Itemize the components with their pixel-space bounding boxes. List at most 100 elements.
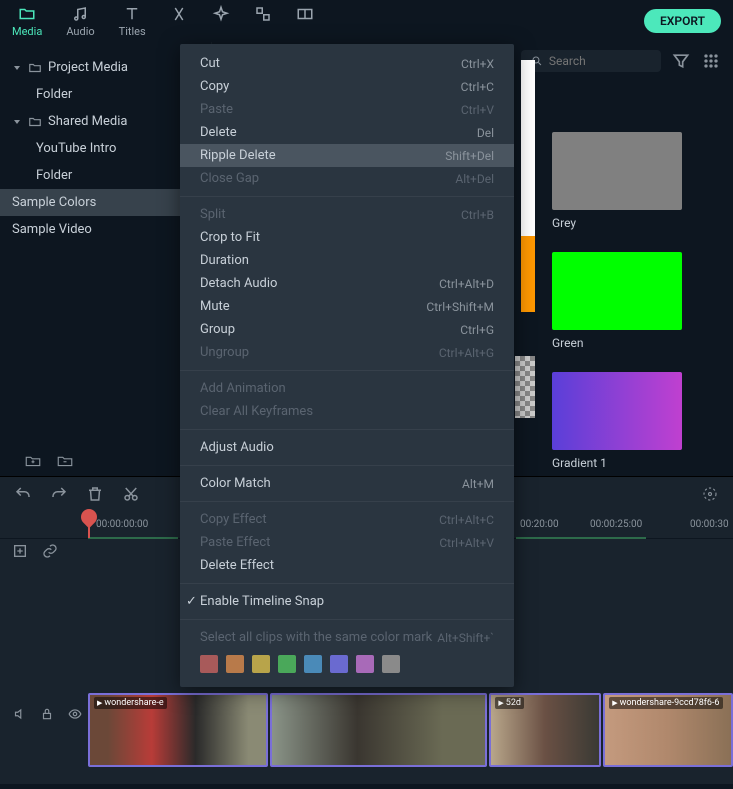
menu-shortcut: Ctrl+V [461, 103, 494, 117]
menu-label: Add Animation [200, 381, 286, 396]
color-mark[interactable] [278, 655, 296, 673]
menu-item[interactable]: ✓Enable Timeline Snap [180, 590, 514, 613]
color-mark[interactable] [356, 655, 374, 673]
tab-transitions[interactable] [170, 5, 188, 38]
menu-item: Copy EffectCtrl+Alt+C [180, 508, 514, 531]
thumbnail[interactable]: Gradient 1 [552, 372, 733, 470]
swatch [552, 372, 682, 450]
menu-item[interactable]: MuteCtrl+Shift+M [180, 295, 514, 318]
menu-item[interactable]: Delete Effect [180, 554, 514, 577]
music-icon [71, 5, 89, 23]
timeline-clip[interactable] [270, 693, 488, 767]
clip-label: wondershare-9ccd78f6-6 [609, 697, 722, 709]
playhead[interactable] [88, 511, 90, 538]
color-mark[interactable] [200, 655, 218, 673]
tab-audio[interactable]: Audio [66, 5, 94, 38]
menu-label: Delete [200, 125, 237, 140]
swatch [552, 252, 682, 330]
tab-effects[interactable] [212, 5, 230, 38]
delete-icon[interactable] [86, 485, 104, 503]
timeline-clip[interactable]: 52d [489, 693, 601, 767]
menu-label: Ripple Delete [200, 148, 276, 163]
swatch [552, 132, 682, 210]
delete-folder-icon[interactable] [56, 452, 74, 470]
menu-item[interactable]: Detach AudioCtrl+Alt+D [180, 272, 514, 295]
timeline-clip[interactable]: wondershare-9ccd78f6-6 [603, 693, 733, 767]
tree-label: Sample Video [12, 222, 92, 237]
clip-label: wondershare-e [94, 697, 167, 709]
marker-icon[interactable] [701, 485, 719, 503]
menu-shortcut: Ctrl+B [461, 208, 494, 222]
timeline-clip[interactable]: wondershare-e [88, 693, 268, 767]
color-mark[interactable] [330, 655, 348, 673]
menu-item: Clear All Keyframes [180, 400, 514, 423]
search-input[interactable] [549, 54, 651, 68]
tree-label: Folder [36, 87, 72, 102]
menu-item[interactable]: Duration [180, 249, 514, 272]
menu-item[interactable]: Adjust Audio [180, 436, 514, 459]
tab-elements[interactable] [254, 5, 272, 38]
tab-label [177, 25, 180, 38]
tab-label: Titles [119, 25, 146, 38]
color-mark[interactable] [304, 655, 322, 673]
menu-item[interactable]: Copy Ctrl+C [180, 75, 514, 98]
tab-label [261, 25, 264, 38]
color-mark[interactable] [382, 655, 400, 673]
undo-icon[interactable] [14, 485, 32, 503]
new-folder-icon[interactable] [24, 452, 42, 470]
menu-item[interactable]: Color MatchAlt+M [180, 472, 514, 495]
menu-label: Cut [200, 56, 220, 71]
menu-shortcut: Ctrl+Alt+V [439, 536, 494, 550]
menu-item[interactable]: CutCtrl+X [180, 52, 514, 75]
mute-icon[interactable] [12, 707, 26, 721]
ruler-time: 00:20:00 [520, 519, 559, 530]
stripe-orange [521, 236, 535, 312]
grid-icon[interactable] [701, 51, 721, 71]
menu-shortcut: Ctrl+C [461, 80, 494, 94]
color-mark[interactable] [226, 655, 244, 673]
lock-icon[interactable] [40, 707, 54, 721]
stripe-transparent [515, 356, 535, 418]
shapes-icon [254, 5, 272, 23]
thumb-label: Green [552, 336, 733, 350]
tab-titles[interactable]: Titles [119, 5, 146, 38]
color-marks [180, 649, 514, 679]
menu-item[interactable]: GroupCtrl+G [180, 318, 514, 341]
menu-shortcut: Ctrl+Alt+G [439, 346, 494, 360]
menu-item[interactable]: Crop to Fit [180, 226, 514, 249]
thumb-label: Gradient 1 [552, 456, 733, 470]
menu-shortcut: Ctrl+Shift+M [426, 300, 494, 314]
export-button[interactable]: EXPORT [644, 9, 721, 33]
thumbnail[interactable]: Green [552, 252, 733, 350]
playhead-time: 00:00:00:00 [96, 519, 148, 530]
tab-split[interactable] [296, 5, 314, 38]
ruler-time: 00:00:30 [690, 519, 729, 530]
menu-label: Copy [200, 79, 229, 94]
folder-icon [28, 115, 42, 129]
menu-item[interactable]: Ripple DeleteShift+Del [180, 144, 514, 167]
tab-media[interactable]: Media [12, 5, 42, 38]
link-icon[interactable] [42, 543, 58, 559]
ruler-time: 00:00:25:00 [590, 519, 642, 530]
search-box[interactable] [521, 50, 661, 72]
menu-item[interactable]: Delete Del [180, 121, 514, 144]
tab-label: Media [12, 25, 42, 38]
thumbnail[interactable]: Grey [552, 132, 733, 230]
folder-icon [18, 5, 36, 23]
menu-shortcut: Del [477, 126, 494, 140]
menu-label: Color Match [200, 476, 271, 491]
menu-label: Close Gap [200, 171, 259, 186]
filter-icon[interactable] [671, 51, 691, 71]
menu-label: Select all clips with the same color mar… [200, 630, 432, 645]
color-mark[interactable] [252, 655, 270, 673]
menu-label: Split [200, 207, 226, 222]
tree-label: Folder [36, 168, 72, 183]
menu-item: Close GapAlt+Del [180, 167, 514, 190]
cut-icon[interactable] [122, 485, 140, 503]
menu-label: Ungroup [200, 345, 249, 360]
add-track-icon[interactable] [12, 543, 28, 559]
menu-label: Duration [200, 253, 249, 268]
redo-icon[interactable] [50, 485, 68, 503]
eye-icon[interactable] [68, 707, 82, 721]
caret-down-icon [12, 117, 22, 127]
